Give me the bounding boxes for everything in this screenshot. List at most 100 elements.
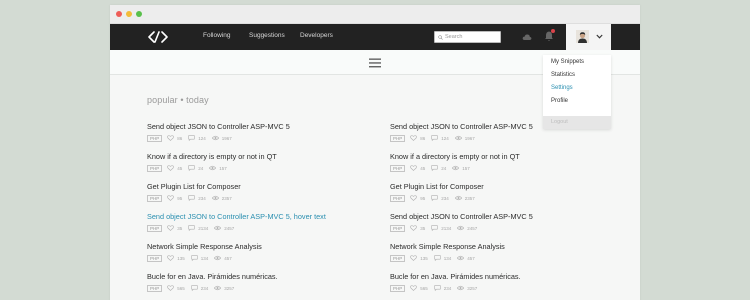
views-stat: 2457 <box>214 225 234 231</box>
menu-item-my-snippets[interactable]: My Snippets <box>551 59 584 65</box>
comment-icon[interactable] <box>188 225 196 231</box>
comment-icon[interactable] <box>188 135 196 141</box>
views-stat: 457 <box>457 255 475 261</box>
language-tag[interactable]: PHP <box>147 194 163 202</box>
nav-link-following[interactable]: Following <box>203 32 230 39</box>
minimize-window-dot[interactable] <box>126 11 132 17</box>
language-tag[interactable]: PHP <box>390 284 406 292</box>
likes-stat: 86 <box>410 135 425 141</box>
menu-item-settings[interactable]: Settings <box>551 85 573 91</box>
snippet-title[interactable]: Know if a directory is empty or not in Q… <box>390 152 610 161</box>
comment-icon[interactable] <box>431 225 439 231</box>
snippet-title[interactable]: Get Plugin List for Composer <box>390 182 610 191</box>
comment-icon[interactable] <box>431 195 439 201</box>
comment-icon[interactable] <box>431 135 439 141</box>
language-tag[interactable]: PHP <box>147 224 163 232</box>
language-tag[interactable]: PHP <box>147 254 163 262</box>
likes-stat: 45 <box>167 165 182 171</box>
views-stat: 157 <box>452 165 470 171</box>
heart-icon[interactable] <box>410 135 418 141</box>
user-menu-toggle[interactable] <box>566 24 611 50</box>
heart-icon[interactable] <box>167 195 175 201</box>
comments-stat: 2134 <box>431 225 451 231</box>
snippet-title[interactable]: Send object JSON to Controller ASP-MVC 5… <box>147 212 367 221</box>
search-box[interactable] <box>434 31 501 43</box>
eye-icon <box>209 165 217 171</box>
comment-icon[interactable] <box>190 255 198 261</box>
likes-count: 135 <box>420 255 428 261</box>
heart-icon[interactable] <box>167 165 175 171</box>
comments-count: 2134 <box>198 225 209 231</box>
snippet-meta: PHP 45 24 157 <box>390 164 610 172</box>
menu-item-statistics[interactable]: Statistics <box>551 72 575 78</box>
nav-link-developers[interactable]: Developers <box>300 32 333 39</box>
eye-icon <box>214 285 222 291</box>
cloud-icon[interactable] <box>522 33 532 41</box>
heart-icon[interactable] <box>410 195 418 201</box>
top-nav: Following Suggestions Developers <box>110 24 640 50</box>
snippet-meta: PHP 135 134 457 <box>147 254 367 262</box>
hamburger-menu-icon[interactable] <box>369 58 381 68</box>
eye-icon <box>452 165 460 171</box>
comment-icon[interactable] <box>190 285 198 291</box>
language-tag[interactable]: PHP <box>147 134 163 142</box>
snippet-title[interactable]: Know if a directory is empty or not in Q… <box>147 152 367 161</box>
likes-count: 35 <box>420 225 426 231</box>
snippet-title[interactable]: Send object JSON to Controller ASP-MVC 5 <box>390 212 610 221</box>
snippet-title[interactable]: Network Simple Response Analysis <box>390 242 610 251</box>
likes-stat: 565 <box>167 285 185 291</box>
language-tag[interactable]: PHP <box>147 164 163 172</box>
heart-icon[interactable] <box>167 135 175 141</box>
language-tag[interactable]: PHP <box>390 194 406 202</box>
maximize-window-dot[interactable] <box>136 11 142 17</box>
close-window-dot[interactable] <box>116 11 122 17</box>
search-input[interactable] <box>445 32 500 42</box>
logo-icon[interactable] <box>147 31 169 43</box>
eye-icon <box>211 195 219 201</box>
comments-stat: 134 <box>433 255 451 261</box>
snippet-title[interactable]: Network Simple Response Analysis <box>147 242 367 251</box>
heart-icon[interactable] <box>410 165 418 171</box>
menu-item-logout[interactable]: Logout <box>543 116 611 129</box>
views-count: 157 <box>219 165 227 171</box>
views-count: 2357 <box>221 195 232 201</box>
nav-link-suggestions[interactable]: Suggestions <box>249 32 285 39</box>
views-count: 2457 <box>467 225 478 231</box>
snippet-title[interactable]: Send object JSON to Controller ASP-MVC 5 <box>147 122 367 131</box>
language-tag[interactable]: PHP <box>390 134 406 142</box>
heart-icon[interactable] <box>167 285 175 291</box>
likes-stat: 86 <box>167 135 182 141</box>
heart-icon[interactable] <box>410 285 418 291</box>
language-tag[interactable]: PHP <box>390 224 406 232</box>
heart-icon[interactable] <box>410 255 418 261</box>
comments-stat: 234 <box>190 285 208 291</box>
snippet-item: Network Simple Response Analysis PHP 135 13… <box>390 242 610 262</box>
likes-count: 95 <box>177 195 183 201</box>
comment-icon[interactable] <box>433 285 441 291</box>
snippet-meta: PHP 565 234 3257 <box>390 284 610 292</box>
comments-stat: 234 <box>188 195 206 201</box>
snippet-title[interactable]: Get Plugin List for Composer <box>147 182 367 191</box>
language-tag[interactable]: PHP <box>147 284 163 292</box>
likes-count: 565 <box>177 285 185 291</box>
comment-icon[interactable] <box>431 165 439 171</box>
snippet-item: Send object JSON to Controller ASP-MVC 5… <box>147 212 367 232</box>
eye-icon <box>454 195 462 201</box>
snippet-item: Know if a directory is empty or not in Q… <box>147 152 367 172</box>
menu-item-profile[interactable]: Profile <box>551 98 568 104</box>
comments-count: 134 <box>200 255 209 261</box>
heart-icon[interactable] <box>410 225 418 231</box>
language-tag[interactable]: PHP <box>390 254 406 262</box>
comment-icon[interactable] <box>188 165 196 171</box>
language-tag[interactable]: PHP <box>390 164 406 172</box>
views-count: 3257 <box>224 285 235 291</box>
comments-stat: 234 <box>431 195 449 201</box>
heart-icon[interactable] <box>167 225 175 231</box>
comments-count: 24 <box>198 165 204 171</box>
comment-icon[interactable] <box>188 195 196 201</box>
snippet-title[interactable]: Bucle for en Java. Pirámides numéricas. <box>147 272 367 281</box>
heart-icon[interactable] <box>167 255 175 261</box>
comment-icon[interactable] <box>433 255 441 261</box>
likes-stat: 35 <box>410 225 425 231</box>
snippet-title[interactable]: Bucle for en Java. Pirámides numéricas. <box>390 272 610 281</box>
